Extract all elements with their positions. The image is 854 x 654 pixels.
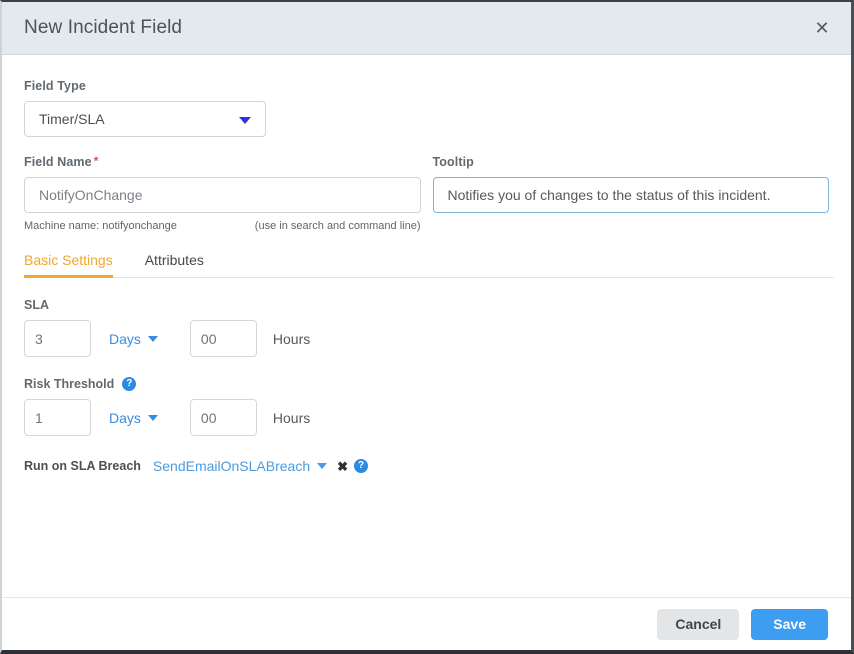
sla-amount-input[interactable] [24, 320, 91, 357]
risk-threshold-amount-input[interactable] [24, 399, 91, 436]
field-type-select[interactable]: Timer/SLA [24, 101, 266, 137]
dialog-body: Field Type Timer/SLA Field Name* Machine… [2, 55, 851, 597]
risk-threshold-unit-value: Days [109, 409, 141, 426]
name-tooltip-row: Field Name* Machine name: notifyonchange… [24, 155, 829, 232]
dialog-footer: Cancel Save [2, 597, 851, 650]
chevron-down-icon [239, 117, 251, 124]
tooltip-group: Tooltip [432, 155, 829, 232]
tooltip-label: Tooltip [432, 155, 474, 169]
field-name-group: Field Name* Machine name: notifyonchange… [24, 155, 421, 232]
tooltip-input[interactable] [432, 177, 829, 213]
sla-label: SLA [24, 298, 829, 312]
field-type-group: Field Type Timer/SLA [24, 55, 829, 137]
sla-label-text: SLA [24, 298, 49, 312]
sla-unit-value: Days [109, 330, 141, 347]
field-name-hint: (use in search and command line) [254, 220, 421, 232]
save-button[interactable]: Save [751, 608, 828, 640]
field-name-input[interactable] [24, 177, 421, 213]
dialog-titlebar: New Incident Field ✕ [2, 2, 851, 55]
field-type-value: Timer/SLA [39, 111, 105, 127]
help-icon[interactable]: ? [354, 459, 369, 473]
run-on-sla-breach-row: Run on SLA Breach SendEmailOnSLABreach ✖… [24, 458, 829, 474]
machine-name-text: Machine name: notifyonchange [24, 220, 177, 232]
run-on-sla-breach-value: SendEmailOnSLABreach [152, 458, 311, 474]
field-name-label: Field Name * [24, 155, 421, 169]
chevron-down-icon [147, 414, 158, 421]
field-name-helper-row: Machine name: notifyonchange (use in sea… [24, 220, 421, 232]
risk-threshold-unit-dropdown[interactable]: Days [109, 410, 158, 426]
risk-threshold-duration-row: Days Hours [24, 399, 829, 436]
risk-threshold-hours-label: Hours [272, 409, 311, 426]
settings-tabs: Basic Settings Attributes [24, 246, 834, 278]
required-marker: * [93, 154, 99, 168]
chevron-down-icon [317, 463, 328, 469]
help-icon[interactable]: ? [122, 377, 137, 391]
risk-threshold-label: Risk Threshold ? [24, 377, 829, 391]
cancel-button[interactable]: Cancel [657, 608, 740, 640]
field-name-label-text: Field Name [24, 155, 92, 169]
new-incident-field-dialog: New Incident Field ✕ Field Type Timer/SL… [0, 0, 854, 654]
chevron-down-icon [147, 335, 158, 342]
tab-attributes[interactable]: Attributes [145, 246, 204, 277]
close-icon[interactable]: ✕ [793, 2, 851, 54]
sla-hours-label: Hours [272, 330, 311, 347]
sla-unit-dropdown[interactable]: Days [109, 331, 158, 347]
risk-threshold-label-text: Risk Threshold [24, 377, 115, 391]
run-on-sla-breach-dropdown[interactable]: SendEmailOnSLABreach [152, 458, 328, 474]
tab-basic-settings[interactable]: Basic Settings [24, 246, 113, 278]
risk-threshold-hours-input[interactable] [189, 399, 257, 436]
field-type-label: Field Type [24, 79, 86, 93]
sla-hours-input[interactable] [189, 320, 257, 357]
run-on-sla-breach-label: Run on SLA Breach [24, 459, 141, 473]
sla-duration-row: Days Hours [24, 320, 829, 357]
clear-icon[interactable]: ✖ [337, 460, 348, 473]
dialog-title: New Incident Field [24, 17, 183, 38]
